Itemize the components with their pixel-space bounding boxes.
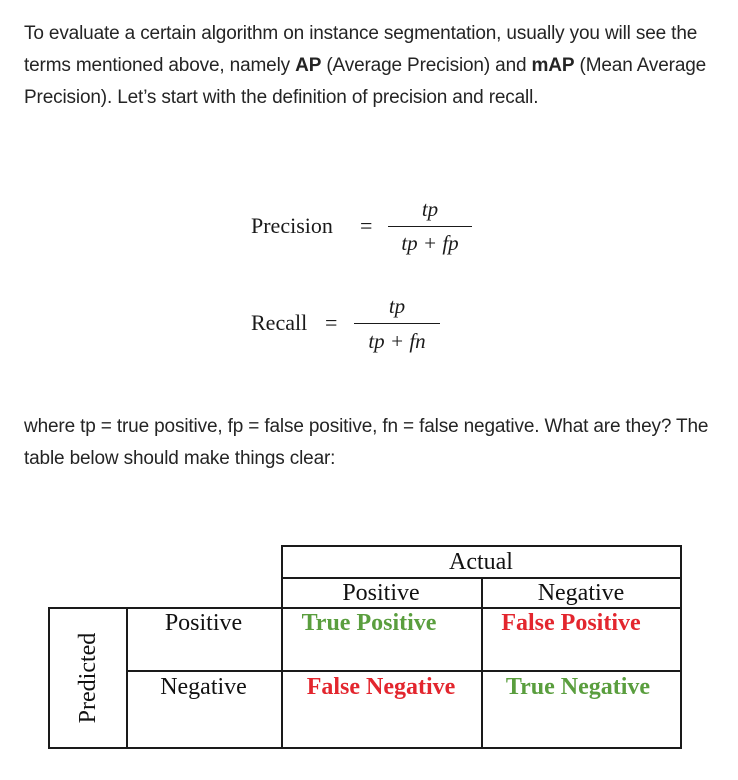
table-line — [281, 545, 283, 608]
actual-header: Actual — [449, 549, 513, 575]
precision-label: Precision — [251, 213, 333, 238]
cell-false-negative: False Negative — [306, 674, 456, 700]
precision-denominator: tp + fp — [401, 231, 459, 255]
recall-label: Recall — [251, 310, 308, 335]
recall-denominator: tp + fn — [368, 329, 426, 353]
table-line — [281, 577, 681, 579]
table-line — [48, 607, 681, 609]
row-header-positive: Positive — [164, 610, 243, 636]
table-line — [481, 577, 483, 749]
confusion-matrix-table: Actual Positive Negative Predicted Posit… — [0, 0, 738, 780]
precision-equals: = — [360, 213, 373, 238]
table-line — [48, 747, 681, 749]
column-header-positive: Positive — [342, 580, 420, 606]
where-paragraph: where tp = true positive, fp = false pos… — [24, 416, 709, 469]
cell-true-negative: True Negative — [505, 674, 651, 700]
intro-paragraph: To evaluate a certain algorithm on insta… — [24, 18, 714, 114]
precision-fraction-bar — [388, 226, 472, 228]
intro-text-2: (Average Precision) and — [321, 55, 532, 76]
column-header-negative: Negative — [537, 580, 625, 606]
recall-equals: = — [325, 310, 338, 335]
predicted-header: Predicted — [75, 632, 101, 724]
cell-false-positive: False Positive — [501, 610, 641, 636]
table-line — [126, 607, 128, 748]
table-line — [126, 670, 681, 672]
recall-numerator: tp — [388, 294, 406, 318]
intro-ap-bold: AP — [295, 55, 322, 76]
table-line — [281, 545, 681, 547]
cell-true-positive: True Positive — [301, 610, 437, 636]
table-line — [48, 607, 50, 748]
table-line — [281, 607, 283, 748]
precision-numerator: tp — [421, 197, 439, 221]
recall-fraction-bar — [354, 323, 440, 325]
intro-map-bold: mAP — [531, 55, 575, 76]
table-line — [680, 545, 682, 749]
row-header-negative: Negative — [160, 674, 247, 700]
